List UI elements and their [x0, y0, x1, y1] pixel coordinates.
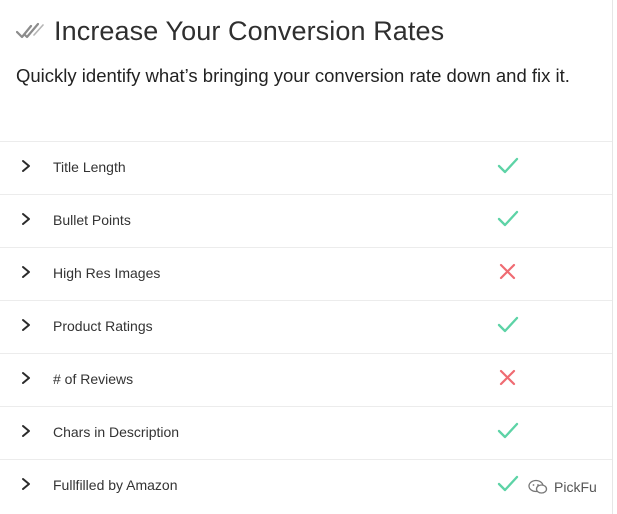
item-label: High Res Images — [53, 265, 161, 281]
check-icon — [497, 474, 519, 494]
list-item[interactable]: High Res Images — [0, 247, 612, 300]
check-icon — [497, 209, 519, 229]
title-row: Increase Your Conversion Rates — [15, 14, 606, 48]
chevron-right-icon[interactable] — [21, 159, 31, 173]
item-label: Bullet Points — [53, 212, 131, 228]
list-item[interactable]: Fullfilled by Amazon — [0, 459, 612, 514]
chevron-right-icon[interactable] — [21, 424, 31, 438]
cross-icon — [497, 262, 519, 282]
page-title: Increase Your Conversion Rates — [54, 15, 445, 46]
cross-icon — [497, 368, 519, 388]
check-icon — [497, 156, 519, 176]
item-label: # of Reviews — [53, 371, 134, 387]
conversion-panel: Increase Your Conversion Rates Quickly i… — [0, 0, 617, 514]
item-label: Chars in Description — [53, 424, 180, 440]
watermark: PickFu — [528, 479, 597, 495]
chevron-right-icon[interactable] — [21, 318, 31, 332]
chevron-right-icon[interactable] — [21, 212, 31, 226]
panel-border — [612, 0, 613, 514]
chevron-right-icon[interactable] — [21, 477, 31, 491]
chevron-right-icon[interactable] — [21, 371, 31, 385]
item-label: Fullfilled by Amazon — [53, 477, 178, 493]
item-label: Product Ratings — [53, 318, 153, 334]
item-label: Title Length — [53, 159, 126, 175]
wechat-icon — [528, 479, 548, 495]
watermark-text: PickFu — [554, 479, 597, 495]
double-check-icon — [15, 21, 44, 41]
check-icon — [497, 421, 519, 441]
checklist: Title Length Bullet Points High Res Imag… — [0, 141, 612, 514]
list-item[interactable]: Chars in Description — [0, 406, 612, 459]
chevron-right-icon[interactable] — [21, 265, 31, 279]
check-icon — [497, 315, 519, 335]
list-item[interactable]: Bullet Points — [0, 194, 612, 247]
list-item[interactable]: Title Length — [0, 141, 612, 194]
page-subtitle: Quickly identify what’s bringing your co… — [16, 65, 570, 86]
list-item[interactable]: # of Reviews — [0, 353, 612, 406]
panel-header: Increase Your Conversion Rates Quickly i… — [15, 14, 606, 90]
list-item[interactable]: Product Ratings — [0, 300, 612, 353]
